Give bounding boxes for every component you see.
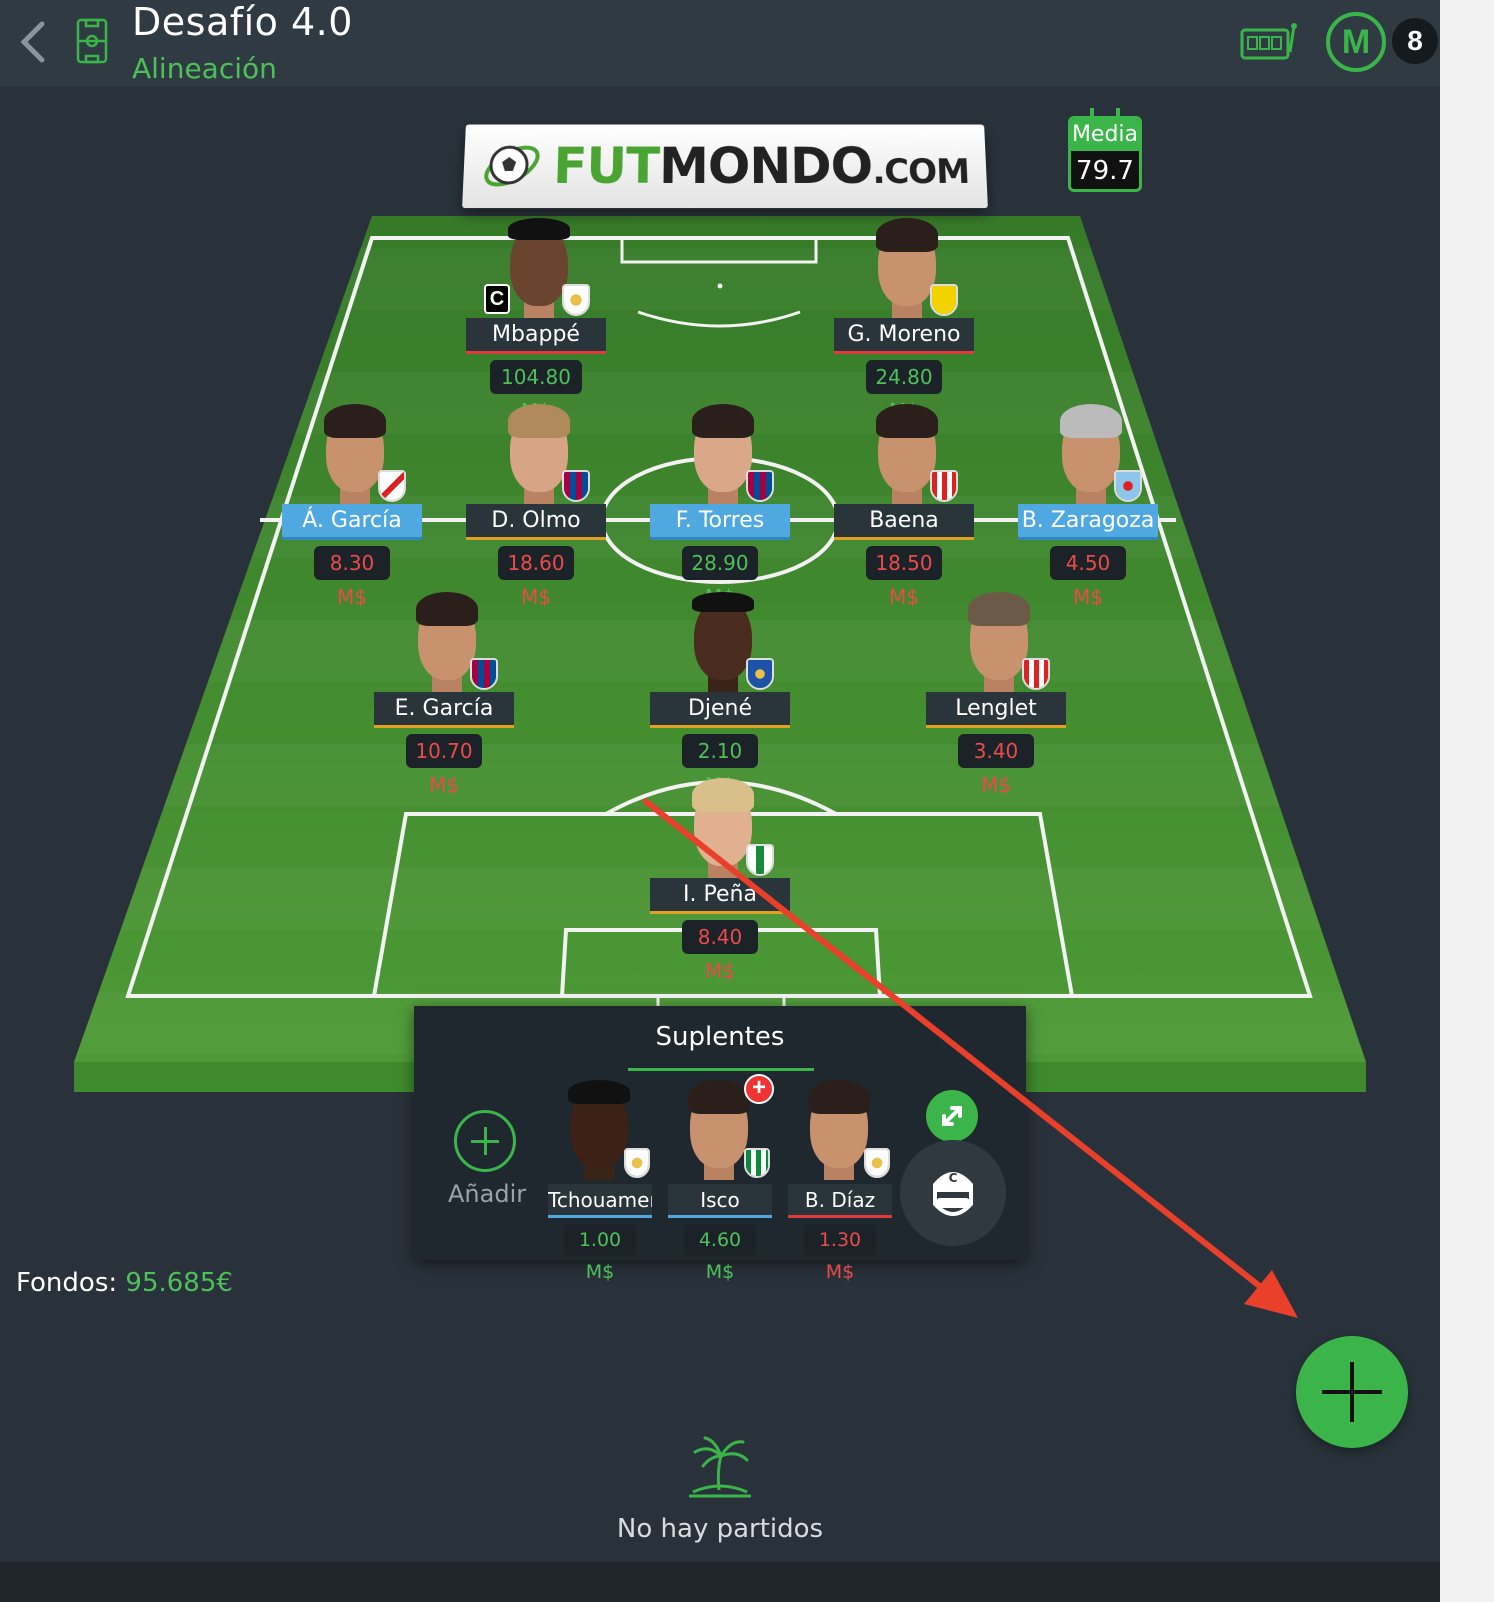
player-name: I. Peña — [650, 878, 790, 914]
club-crest-icon — [624, 1148, 650, 1178]
sub-player-card-1[interactable]: Tchouameni 1.00 M$ — [548, 1074, 652, 1283]
captain-badge: C — [484, 284, 510, 314]
club-crest-icon — [1022, 658, 1050, 690]
club-crest-icon — [746, 470, 774, 502]
club-crest-icon — [746, 844, 774, 876]
club-crest-icon — [746, 658, 774, 690]
player-card-forward-1[interactable]: C Mbappé 104.80 M$ — [466, 218, 606, 423]
club-crest-icon — [470, 658, 498, 690]
substitutes-panel: Suplentes Añadir Tchouameni 1.00 M$ + Is… — [414, 1006, 1026, 1283]
funds: Fondos: 95.685€ — [16, 1268, 233, 1298]
player-price: 10.70 M$ — [406, 734, 482, 797]
player-card-goalkeeper[interactable]: I. Peña 8.40 M$ — [650, 778, 790, 983]
player-price: 8.30 M$ — [314, 546, 390, 609]
club-crest-icon — [562, 284, 590, 316]
add-substitute-label: Añadir — [448, 1180, 527, 1208]
injury-badge: + — [744, 1074, 774, 1104]
player-name: Baena — [834, 504, 974, 540]
swap-coach-icon[interactable] — [926, 1090, 978, 1142]
player-name: F. Torres — [650, 504, 790, 540]
player-name: Mbappé — [466, 318, 606, 354]
player-price: 104.80 M$ — [490, 360, 582, 423]
player-price: 24.80 M$ — [866, 360, 942, 423]
sub-player-card-3[interactable]: B. Díaz 1.30 M$ — [788, 1074, 892, 1283]
substitutes-tab-indicator — [628, 1068, 814, 1071]
player-card-mid-4[interactable]: Baena 18.50 M$ — [834, 404, 974, 609]
player-card-def-2[interactable]: Djené 2.10 M$ — [650, 592, 790, 797]
player-price: 18.60 M$ — [498, 546, 574, 609]
player-name: Isco — [668, 1184, 772, 1218]
player-card-mid-2[interactable]: D. Olmo 18.60 M$ — [466, 404, 606, 609]
player-name: Tchouameni — [548, 1184, 652, 1218]
club-crest-icon — [1114, 470, 1142, 502]
club-crest-icon — [378, 470, 406, 502]
club-crest-icon — [744, 1148, 770, 1178]
player-name: Á. García — [282, 504, 422, 540]
player-price: 2.10 M$ — [682, 734, 758, 797]
player-card-forward-2[interactable]: G. Moreno 24.80 M$ — [834, 218, 974, 423]
palm-island-icon — [689, 1436, 751, 1498]
team-average-label: Media — [1071, 119, 1139, 151]
player-card-def-3[interactable]: Lenglet 3.40 M$ — [926, 592, 1066, 797]
sub-player-card-2[interactable]: + Isco 4.60 M$ — [668, 1074, 774, 1283]
soccer-ball-icon — [483, 137, 541, 195]
player-name: E. García — [374, 692, 514, 728]
player-name: G. Moreno — [834, 318, 974, 354]
team-average-value: 79.7 — [1076, 156, 1134, 186]
banner-brand: FUTMONDO.COM — [552, 137, 970, 195]
club-crest-icon — [930, 470, 958, 502]
player-price: 8.40 M$ — [682, 920, 758, 983]
team-average-box: Media 79.7 — [1068, 116, 1142, 192]
club-crest-icon — [562, 470, 590, 502]
window-margin — [1440, 0, 1494, 1602]
player-card-mid-1[interactable]: Á. García 8.30 M$ — [282, 404, 422, 609]
coach-icon[interactable]: C — [900, 1140, 1006, 1246]
add-substitute-button[interactable]: Añadir — [448, 1110, 527, 1230]
plus-circle-icon — [454, 1110, 516, 1172]
player-price: 1.30 M$ — [804, 1224, 876, 1283]
club-crest-icon — [930, 284, 958, 316]
bottom-bar — [0, 1562, 1440, 1602]
player-name: Lenglet — [926, 692, 1066, 728]
player-price: 4.60 M$ — [684, 1224, 756, 1283]
club-crest-icon — [864, 1148, 890, 1178]
player-price: 28.90 M$ — [682, 546, 758, 609]
substitutes-title: Suplentes — [655, 1022, 785, 1052]
player-card-def-1[interactable]: E. García 10.70 M$ — [374, 592, 514, 797]
player-name: B. Zaragoza — [1018, 504, 1158, 540]
player-price: 18.50 M$ — [866, 546, 942, 609]
funds-label: Fondos: — [16, 1268, 118, 1298]
app-root: Desafío 4.0 Alineación M 8 FUTMONDO.COM … — [0, 0, 1440, 1602]
player-name: B. Díaz — [788, 1184, 892, 1218]
player-card-mid-3[interactable]: F. Torres 28.90 M$ — [650, 404, 790, 609]
player-price: 3.40 M$ — [958, 734, 1034, 797]
no-matches-text: No hay partidos — [616, 1514, 824, 1544]
player-card-mid-5[interactable]: B. Zaragoza 4.50 M$ — [1018, 404, 1158, 609]
player-price: 4.50 M$ — [1050, 546, 1126, 609]
player-name: Djené — [650, 692, 790, 728]
funds-value: 95.685€ — [125, 1268, 233, 1298]
add-fab-button[interactable] — [1296, 1336, 1408, 1448]
svg-text:C: C — [949, 1171, 958, 1185]
player-price: 1.00 M$ — [564, 1224, 636, 1283]
player-name: D. Olmo — [466, 504, 606, 540]
no-matches-section: No hay partidos — [560, 1430, 880, 1544]
futmondo-banner: FUTMONDO.COM — [462, 124, 988, 209]
